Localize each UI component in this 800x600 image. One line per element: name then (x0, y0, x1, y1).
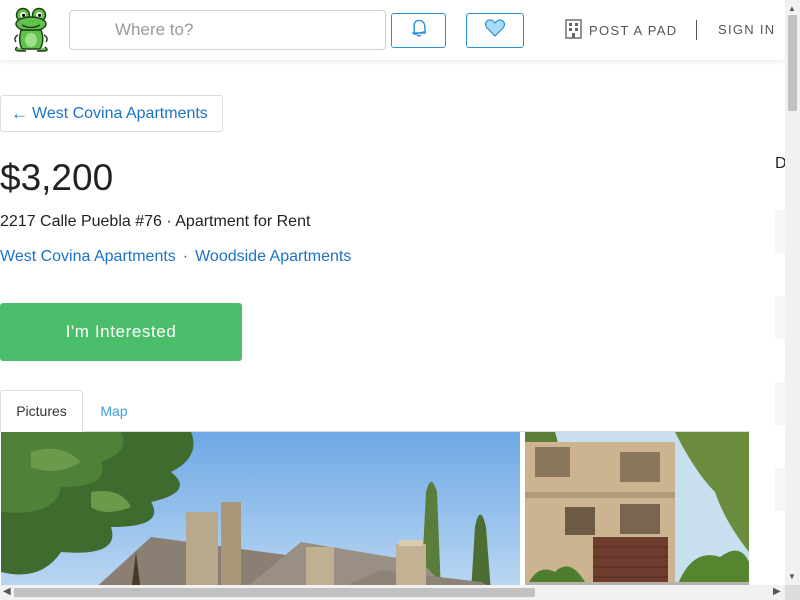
post-a-pad-link[interactable]: POST A PAD (564, 19, 677, 42)
post-a-pad-label: POST A PAD (589, 23, 678, 38)
left-arrow-icon: ← (11, 103, 28, 123)
heart-icon (484, 18, 506, 43)
area-link-west-covina[interactable]: West Covina Apartments (0, 248, 176, 266)
scrollbar-corner (785, 585, 800, 600)
horizontal-scrollbar[interactable]: ◀ ▶ (0, 585, 785, 600)
location-search-box[interactable] (69, 10, 386, 50)
vertical-scroll-thumb[interactable] (788, 15, 797, 111)
scroll-down-arrow-icon[interactable]: ▼ (788, 572, 796, 581)
frog-logo-icon[interactable] (12, 7, 52, 53)
top-navigation-bar: POST A PAD SIGN IN (0, 0, 785, 60)
im-interested-button[interactable]: I'm Interested (0, 303, 242, 361)
vertical-scrollbar[interactable]: ▲ ▼ (785, 0, 800, 585)
scroll-left-arrow-icon[interactable]: ◀ (3, 586, 11, 597)
scroll-up-arrow-icon[interactable]: ▲ (788, 4, 796, 13)
tab-pictures[interactable]: Pictures (0, 390, 83, 432)
back-button-label: West Covina Apartments (32, 104, 208, 122)
scroll-right-arrow-icon[interactable]: ▶ (773, 586, 781, 597)
bell-icon (408, 18, 430, 43)
area-links: West Covina Apartments · Woodside Apartm… (0, 248, 351, 266)
listing-address: 2217 Calle Puebla #76 · Apartment for Re… (0, 213, 311, 230)
header-divider (696, 20, 697, 40)
sidebar-details-strip (775, 210, 785, 590)
sign-in-link[interactable]: SIGN IN (718, 22, 776, 37)
search-input[interactable] (70, 11, 385, 49)
media-tabs: Pictures Map (0, 390, 750, 432)
back-to-area-button[interactable]: ← West Covina Apartments (0, 95, 223, 132)
favorites-button[interactable] (466, 13, 524, 48)
area-link-woodside[interactable]: Woodside Apartments (195, 248, 351, 266)
listing-photo-main[interactable] (1, 432, 520, 592)
listing-photo-secondary[interactable] (525, 432, 749, 592)
listing-price: $3,200 (0, 157, 114, 198)
horizontal-scroll-thumb[interactable] (14, 588, 535, 597)
link-separator: · (182, 248, 189, 265)
building-icon (564, 19, 583, 42)
tab-map[interactable]: Map (84, 390, 144, 432)
alerts-button[interactable] (391, 13, 446, 48)
